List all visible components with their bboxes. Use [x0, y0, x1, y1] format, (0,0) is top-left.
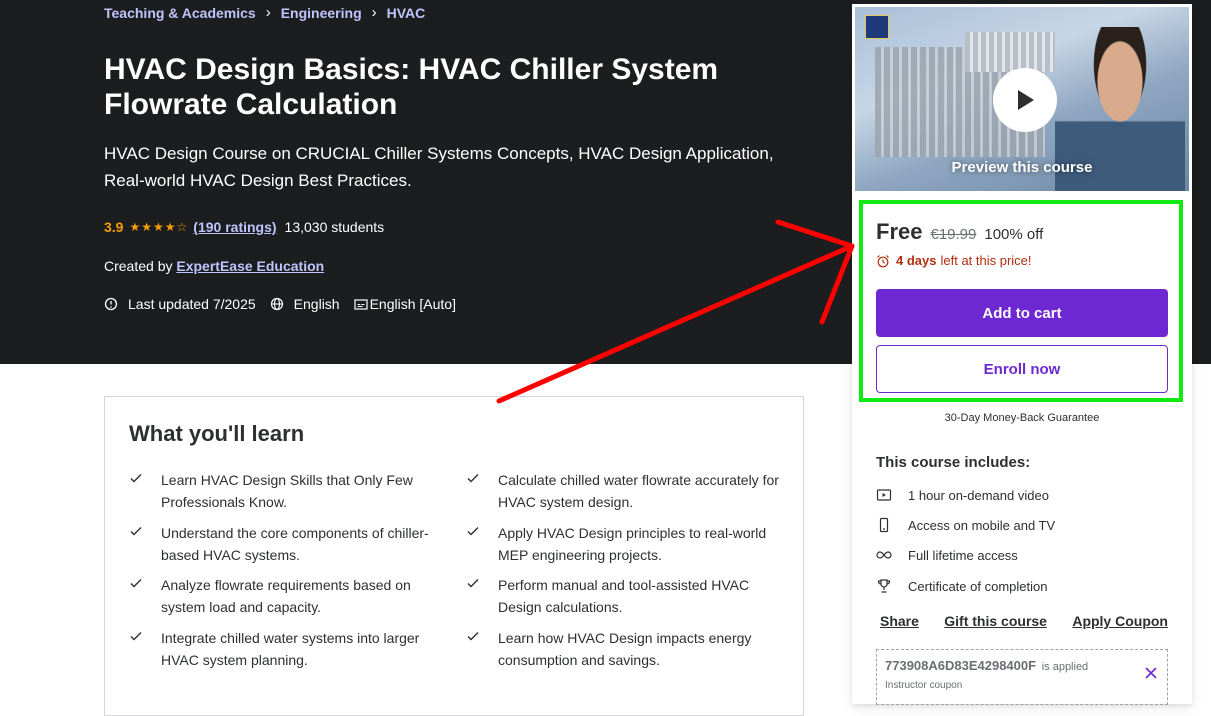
breadcrumb: Teaching & Academics › Engineering › HVA…: [104, 4, 425, 21]
breadcrumb-engineering[interactable]: Engineering: [281, 5, 362, 21]
course-preview-video[interactable]: Preview this course: [854, 6, 1190, 192]
chevron-right-icon: ›: [371, 4, 377, 21]
learn-item: Learn HVAC Design Skills that Only Few P…: [130, 469, 451, 513]
learn-item-text: Perform manual and tool-assisted HVAC De…: [498, 577, 750, 615]
learn-item-text: Integrate chilled water systems into lar…: [161, 630, 420, 668]
check-icon: [467, 527, 479, 536]
learn-item-text: Analyze flowrate requirements based on s…: [161, 577, 411, 615]
include-text: Certificate of completion: [908, 578, 1048, 594]
rating-stars: ★ ★ ★ ★ ☆: [129, 220, 187, 234]
include-item: Access on mobile and TV: [876, 517, 1055, 533]
star-full-icon: ★: [141, 220, 152, 234]
learn-item-text: Apply HVAC Design principles to real-wor…: [498, 525, 767, 563]
check-icon: [130, 632, 142, 641]
learn-item: Analyze flowrate requirements based on s…: [130, 574, 451, 618]
infinity-icon: [876, 547, 892, 563]
share-button[interactable]: Share: [880, 613, 919, 629]
play-icon[interactable]: [993, 68, 1057, 132]
apply-coupon-button[interactable]: Apply Coupon: [1072, 613, 1168, 629]
course-title: HVAC Design Basics: HVAC Chiller System …: [104, 53, 719, 121]
instructor-link[interactable]: ExpertEase Education: [176, 258, 324, 274]
created-by-label: Created by: [104, 258, 173, 274]
learn-item: Integrate chilled water systems into lar…: [130, 627, 451, 671]
coupon-code-line: 773908A6D83E4298400F is applied: [885, 658, 1088, 673]
check-icon: [130, 474, 142, 483]
chevron-right-icon: ›: [265, 4, 271, 21]
learn-item-text: Calculate chilled water flowrate accurat…: [498, 472, 779, 510]
learn-item-text: Learn HVAC Design Skills that Only Few P…: [161, 472, 413, 510]
what-you-learn-section: What you'll learn Learn HVAC Design Skil…: [104, 396, 804, 716]
learn-title: What you'll learn: [129, 421, 305, 446]
star-full-icon: ★: [164, 220, 176, 234]
learn-item-text: Learn how HVAC Design impacts energy con…: [498, 630, 752, 668]
globe-icon: [270, 297, 284, 311]
learn-item: Understand the core components of chille…: [130, 522, 451, 566]
include-text: 1 hour on-demand video: [908, 487, 1049, 503]
learn-item-text: Understand the core components of chille…: [161, 525, 429, 563]
remove-coupon-close-icon[interactable]: [1145, 667, 1157, 679]
video-icon: [876, 487, 892, 503]
brand-logo-icon: [865, 15, 889, 39]
include-item: Full lifetime access: [876, 547, 1018, 563]
created-by: Created by ExpertEase Education: [104, 258, 324, 274]
course-meta: Last updated 7/2025 English English [Aut…: [104, 296, 470, 312]
chiller-image-top: [965, 32, 1055, 72]
course-subtitle: HVAC Design Course on CRUCIAL Chiller Sy…: [104, 144, 774, 190]
rating-row: 3.9 ★ ★ ★ ★ ☆ (190 ratings) 13,030 stude…: [104, 219, 384, 235]
learn-item: Calculate chilled water flowrate accurat…: [467, 469, 788, 513]
last-updated: Last updated 7/2025: [104, 296, 256, 312]
highlight-box-annotation: [859, 200, 1183, 402]
alert-clock-icon: [104, 297, 118, 311]
learn-item: Apply HVAC Design principles to real-wor…: [467, 522, 788, 566]
captions-text: English [Auto]: [369, 296, 456, 312]
include-item: 1 hour on-demand video: [876, 487, 1049, 503]
sidebar-actions: Share Gift this course Apply Coupon: [880, 613, 1168, 629]
breadcrumb-teaching-academics[interactable]: Teaching & Academics: [104, 5, 256, 21]
rating-value: 3.9: [104, 219, 124, 235]
coupon-type: Instructor coupon: [885, 680, 963, 691]
check-icon: [467, 579, 479, 588]
closed-captions-icon: [353, 297, 368, 311]
check-icon: [467, 474, 479, 483]
money-back-guarantee: 30-Day Money-Back Guarantee: [944, 412, 1100, 424]
learn-item: Learn how HVAC Design impacts energy con…: [467, 627, 788, 671]
check-icon: [467, 632, 479, 641]
check-icon: [130, 579, 142, 588]
star-empty-icon: ☆: [176, 220, 188, 234]
trophy-icon: [876, 578, 892, 594]
language: English: [270, 296, 340, 312]
applied-coupon: 773908A6D83E4298400F is applied Instruct…: [876, 649, 1168, 705]
include-item: Certificate of completion: [876, 578, 1047, 594]
star-full-icon: ★: [129, 220, 141, 234]
coupon-applied-label: is applied: [1041, 661, 1089, 673]
check-icon: [130, 527, 142, 536]
include-text: Access on mobile and TV: [908, 517, 1056, 533]
preview-label[interactable]: Preview this course: [855, 159, 1189, 176]
language-text: English: [293, 296, 340, 312]
learn-item: Perform manual and tool-assisted HVAC De…: [467, 574, 788, 618]
ratings-link[interactable]: (190 ratings): [193, 219, 276, 235]
gift-course-button[interactable]: Gift this course: [944, 613, 1047, 629]
mobile-icon: [876, 517, 892, 533]
captions: English [Auto]: [353, 296, 456, 312]
breadcrumb-hvac[interactable]: HVAC: [387, 5, 426, 21]
include-text: Full lifetime access: [908, 547, 1018, 563]
star-full-icon: ★: [153, 220, 164, 234]
last-updated-text: Last updated 7/2025: [128, 296, 256, 312]
includes-title: This course includes:: [876, 454, 1031, 471]
student-count: 13,030 students: [284, 219, 385, 235]
coupon-code: 773908A6D83E4298400F: [885, 658, 1037, 673]
